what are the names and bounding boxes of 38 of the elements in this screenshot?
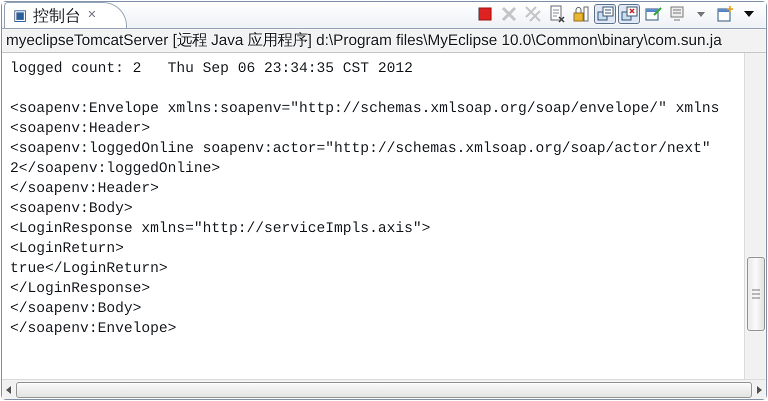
console-line: </LoginResponse> bbox=[10, 280, 152, 299]
console-line: </soapenv:Body> bbox=[10, 300, 142, 319]
tab-label: 控制台 bbox=[33, 4, 82, 26]
horizontal-scrollbar[interactable] bbox=[2, 379, 766, 399]
monitor-icon bbox=[620, 5, 638, 23]
console-line: <LoginReturn> bbox=[10, 240, 125, 259]
console-tab[interactable]: ▣ 控制台 ✕ bbox=[4, 2, 128, 28]
console-line: 2</soapenv:loggedOnline> bbox=[10, 160, 222, 179]
window-pencil-icon bbox=[644, 5, 662, 23]
console-line: </soapenv:Header> bbox=[10, 180, 160, 199]
console-line: true</LoginReturn> bbox=[10, 260, 169, 279]
vertical-scrollbar[interactable] bbox=[744, 53, 766, 379]
scroll-thumb[interactable] bbox=[746, 257, 764, 331]
console-line: <LoginResponse xmlns="http://serviceImpls.axis"> bbox=[10, 220, 432, 239]
scroll-thumb[interactable] bbox=[16, 382, 752, 398]
lock-icon bbox=[572, 5, 590, 23]
console-icon: ▣ bbox=[13, 4, 28, 27]
process-title: myeclipseTomcatServer [远程 Java 应用程序] d:\Program files\MyEclipse 10.0\Common\binary\com.sun.ja bbox=[2, 29, 766, 53]
close-icon[interactable]: ✕ bbox=[87, 7, 96, 24]
console-line: logged count: 2 Thu Sep 06 23:34:35 CST 2012 bbox=[10, 60, 414, 79]
monitor-icon bbox=[596, 5, 614, 23]
left-arrow-icon[interactable] bbox=[4, 384, 14, 394]
document-icon bbox=[548, 5, 566, 23]
x-icon bbox=[500, 5, 518, 23]
caret-icon bbox=[744, 11, 754, 17]
right-arrow-icon[interactable] bbox=[754, 384, 764, 394]
monitor-button[interactable] bbox=[594, 4, 616, 24]
monitor-button[interactable] bbox=[618, 4, 640, 24]
caret-icon bbox=[697, 12, 705, 16]
new-window-icon bbox=[716, 5, 734, 23]
stop-icon bbox=[476, 5, 494, 23]
monitor-icon bbox=[668, 5, 686, 23]
console-line: </soapenv:Envelope> bbox=[10, 320, 178, 339]
double-x-icon bbox=[524, 5, 542, 23]
console-line: <soapenv:Envelope xmlns:soapenv="http://schemas.xmlsoap.org/soap/envelope/" xmlns bbox=[10, 100, 720, 119]
console-line: <soapenv:loggedOnline soapenv:actor="http://schemas.xmlsoap.org/soap/actor/next" bbox=[10, 140, 712, 159]
console-line: <soapenv:Body> bbox=[10, 200, 134, 219]
console-line: <soapenv:Header> bbox=[10, 120, 152, 139]
